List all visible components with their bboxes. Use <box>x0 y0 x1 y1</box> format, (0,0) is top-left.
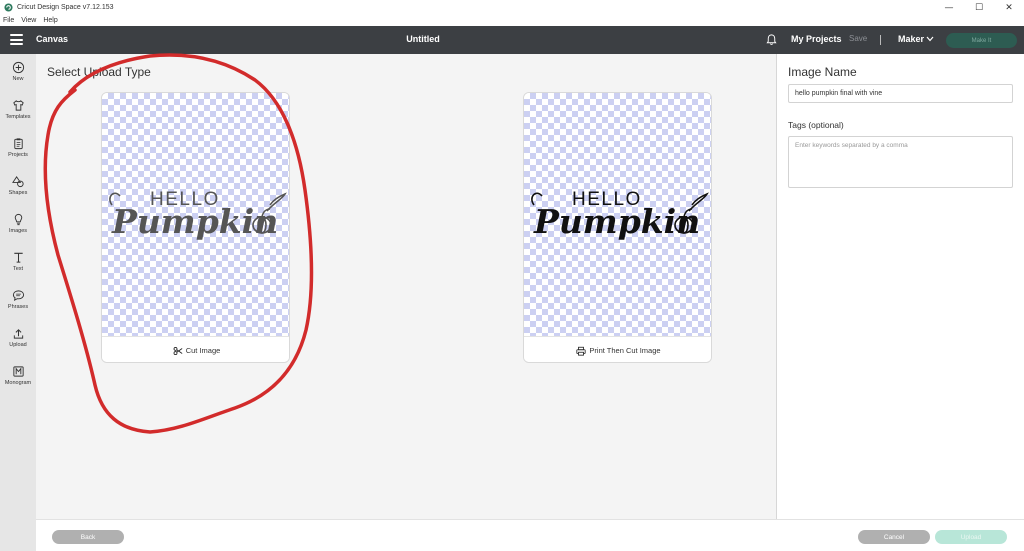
image-name-heading: Image Name <box>788 65 857 79</box>
sidebar-item-upload[interactable]: Upload <box>0 324 36 358</box>
bell-icon[interactable] <box>765 33 778 46</box>
upload-type-area: Select Upload Type HELLO Pumpkin Cut Ima… <box>36 54 776 519</box>
cricut-logo-icon <box>4 3 13 12</box>
menu-file[interactable]: File <box>3 17 14 24</box>
sidebar-label: Monogram <box>4 380 32 386</box>
sidebar-label: Templates <box>5 114 31 120</box>
print-then-cut-option[interactable]: HELLO Pumpkin Print Then Cut Image <box>523 92 712 363</box>
printer-icon <box>576 346 587 356</box>
shapes-icon <box>11 176 24 188</box>
tags-label: Tags (optional) <box>788 120 844 130</box>
hello-pumpkin-preview: HELLO Pumpkin <box>109 189 287 241</box>
upload-icon <box>13 329 23 339</box>
sidebar-item-images[interactable]: Images <box>0 210 36 244</box>
tags-input[interactable]: Enter keywords separated by a comma <box>788 136 1013 188</box>
sidebar-label: New <box>12 76 24 82</box>
print-then-cut-label-bar[interactable]: Print Then Cut Image <box>524 336 711 362</box>
header-divider <box>880 35 881 45</box>
my-projects-link[interactable]: My Projects <box>791 34 842 44</box>
bottom-action-bar: Back Cancel Upload <box>36 519 1024 551</box>
close-icon[interactable]: ✕ <box>994 0 1024 15</box>
sidebar-item-monogram[interactable]: Monogram <box>0 362 36 396</box>
cut-image-label-bar[interactable]: Cut Image <box>102 336 289 362</box>
app-window: Cricut Design Space v7.12.153 — ☐ ✕ File… <box>0 0 1024 551</box>
text-icon <box>13 252 23 263</box>
menu-help[interactable]: Help <box>43 17 57 24</box>
sidebar-item-projects[interactable]: Projects <box>0 134 36 168</box>
cut-image-label: Cut Image <box>185 346 221 355</box>
sidebar-label: Phrases <box>7 304 29 310</box>
app-header: Canvas Untitled My Projects Save Maker M… <box>0 26 1024 54</box>
page-title: Select Upload Type <box>47 65 151 79</box>
cancel-button[interactable]: Cancel <box>858 530 930 544</box>
sidebar-label: Shapes <box>8 190 28 196</box>
window-controls: — ☐ ✕ <box>934 0 1024 15</box>
back-button[interactable]: Back <box>52 530 124 544</box>
window-title: Cricut Design Space v7.12.153 <box>17 4 114 11</box>
sidebar-item-templates[interactable]: Templates <box>0 96 36 130</box>
minimize-icon[interactable]: — <box>934 0 964 15</box>
maximize-icon[interactable]: ☐ <box>964 0 994 15</box>
make-it-button[interactable]: Make It <box>946 33 1017 48</box>
image-details-panel: Image Name hello pumpkin final with vine… <box>776 54 1024 519</box>
menu-view[interactable]: View <box>21 17 36 24</box>
monogram-icon <box>12 366 24 377</box>
lightbulb-icon <box>14 213 22 226</box>
title-bar: Cricut Design Space v7.12.153 — ☐ ✕ <box>0 0 1024 15</box>
scissors-icon <box>173 346 183 355</box>
upload-button[interactable]: Upload <box>935 530 1007 544</box>
left-sidebar: New Templates Projects Shapes Images Tex… <box>0 54 36 551</box>
sidebar-item-shapes[interactable]: Shapes <box>0 172 36 206</box>
document-title: Untitled <box>406 34 440 44</box>
image-name-input[interactable]: hello pumpkin final with vine <box>788 84 1013 103</box>
sidebar-label: Projects <box>8 152 28 158</box>
sidebar-item-new[interactable]: New <box>0 58 36 92</box>
sidebar-label: Upload <box>9 342 27 348</box>
machine-select[interactable]: Maker <box>898 34 924 44</box>
sidebar-item-text[interactable]: Text <box>0 248 36 282</box>
speech-bubble-icon <box>12 290 24 302</box>
save-button[interactable]: Save <box>849 34 867 43</box>
hello-pumpkin-preview: HELLO Pumpkin <box>531 189 709 241</box>
chevron-down-icon[interactable] <box>926 36 934 42</box>
shirt-icon <box>12 100 24 111</box>
plus-circle-icon <box>12 61 24 74</box>
sidebar-label: Text <box>12 266 24 272</box>
menu-bar: File View Help <box>0 15 1024 26</box>
sidebar-label: Images <box>8 228 28 234</box>
cut-image-option[interactable]: HELLO Pumpkin Cut Image <box>101 92 290 363</box>
clipboard-icon <box>13 138 23 150</box>
print-then-cut-label: Print Then Cut Image <box>589 346 661 355</box>
sidebar-item-phrases[interactable]: Phrases <box>0 286 36 320</box>
